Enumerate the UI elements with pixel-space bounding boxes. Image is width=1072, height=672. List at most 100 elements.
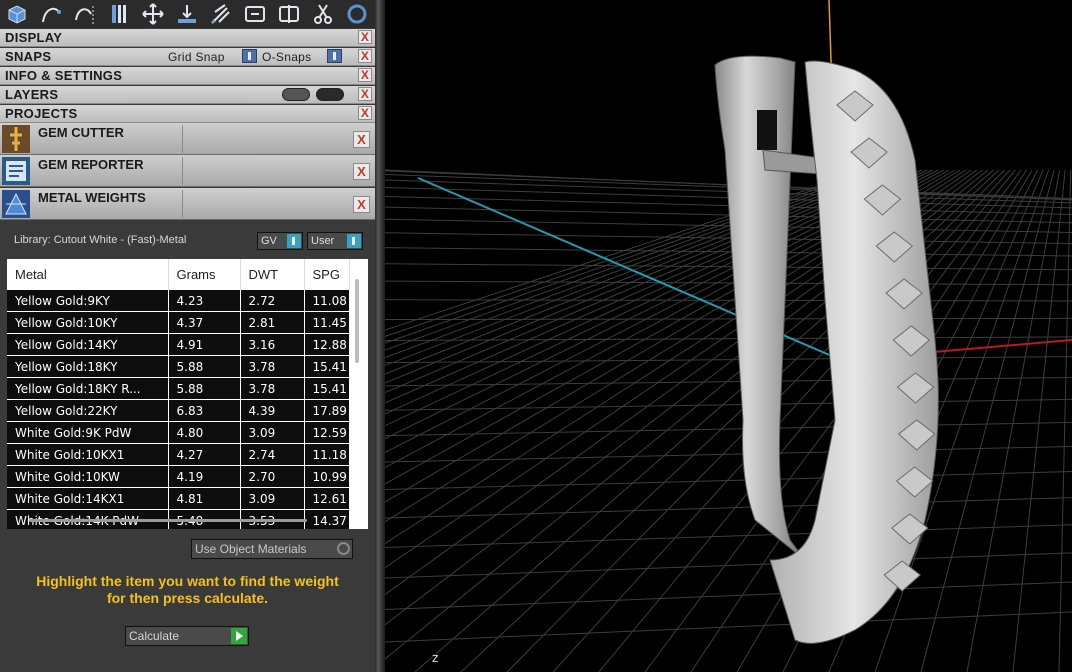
column-header[interactable]: Metal (7, 259, 169, 290)
play-icon (231, 628, 247, 644)
calculate-label: Calculate (129, 629, 180, 643)
floor-grid (385, 169, 1072, 672)
layer-toggle-icon[interactable] (282, 88, 310, 101)
column-header[interactable]: DWT (240, 259, 305, 290)
spg-cell: 15.41 (304, 355, 350, 378)
cube-icon[interactable] (2, 1, 32, 27)
move-icon[interactable] (138, 1, 168, 27)
sparkle-icon[interactable] (206, 1, 236, 27)
close-icon[interactable]: X (358, 49, 372, 63)
drop-icon[interactable] (172, 1, 202, 27)
spg-cell: 14.37 (304, 509, 350, 529)
metal-weights-row[interactable]: METAL WEIGHTS X (0, 188, 375, 220)
ring-icon[interactable] (342, 1, 372, 27)
metal-cell: Yellow Gold:22KY (7, 399, 169, 422)
calculate-button[interactable]: Calculate (125, 626, 249, 646)
column-header[interactable]: Grams (168, 259, 241, 290)
o-snaps-toggle[interactable] (327, 49, 342, 63)
scissors-icon[interactable] (308, 1, 338, 27)
curve-icon[interactable] (36, 1, 66, 27)
close-icon[interactable]: X (358, 30, 372, 44)
close-icon[interactable]: X (358, 106, 372, 120)
grams-cell: 5.88 (168, 355, 241, 378)
projects-header[interactable]: PROJECTS X (0, 105, 375, 123)
grams-cell: 4.27 (168, 443, 241, 466)
instruction-line: for then press calculate. (106, 590, 269, 606)
grid-snap-toggle[interactable] (242, 49, 257, 63)
close-icon[interactable]: X (358, 87, 372, 101)
metal-cell: White Gold:10KX1 (7, 443, 169, 466)
close-icon[interactable]: X (353, 131, 370, 148)
close-icon[interactable]: X (353, 196, 370, 213)
grams-cell: 4.91 (168, 333, 241, 356)
dwt-cell: 4.39 (240, 399, 305, 422)
user-toggle[interactable]: User (307, 232, 363, 250)
info-settings-header[interactable]: INFO & SETTINGS X (0, 67, 375, 85)
hinge-slot (757, 110, 777, 150)
metal-cell: Yellow Gold:14KY (7, 333, 169, 356)
snaps-header[interactable]: SNAPS Grid Snap O-Snaps X (0, 48, 375, 66)
layers-header[interactable]: LAYERS X (0, 86, 375, 104)
column-header[interactable]: SPG (304, 259, 350, 290)
dwt-cell: 2.81 (240, 311, 305, 334)
divider (182, 190, 183, 218)
columns-icon[interactable] (104, 1, 134, 27)
metal-table[interactable]: Metal Grams DWT SPG Yellow Gold:9KY 4.23 2… (7, 259, 368, 529)
gem-cutter-row[interactable]: GEM CUTTER X (0, 123, 375, 155)
dwt-cell: 3.78 (240, 377, 305, 400)
object-materials-toggle[interactable]: Use Object Materials (191, 539, 353, 559)
spg-cell: 11.45 (304, 311, 350, 334)
close-icon[interactable]: X (353, 163, 370, 180)
table-row[interactable]: White Gold:10KX1 4.27 2.74 11.18 (7, 443, 350, 466)
grid-snap-label: Grid Snap (168, 50, 225, 64)
dwt-cell: 2.70 (240, 465, 305, 488)
table-row[interactable]: Yellow Gold:18KY 5.88 3.78 15.41 (7, 355, 350, 378)
display-header[interactable]: DISPLAY X (0, 29, 375, 47)
metal-cell: Yellow Gold:18KY (7, 355, 169, 378)
grid-line (385, 263, 1072, 271)
grid-line (385, 336, 1072, 342)
table-row[interactable]: White Gold:10KW 4.19 2.70 10.99 (7, 465, 350, 488)
grid-line (1058, 169, 1072, 672)
horizontal-scrollbar[interactable] (29, 519, 307, 522)
arc-icon[interactable] (70, 1, 100, 27)
dwt-cell: 2.74 (240, 443, 305, 466)
spg-cell: 12.59 (304, 421, 350, 444)
spg-cell: 11.18 (304, 443, 350, 466)
eye-icon[interactable] (316, 88, 344, 101)
gv-toggle[interactable]: GV (257, 232, 303, 250)
dwt-cell: 3.78 (240, 355, 305, 378)
toolbar (0, 0, 375, 28)
metal-cell: White Gold:9K PdW (7, 421, 169, 444)
grid-line (385, 524, 1072, 549)
splitter[interactable] (375, 0, 385, 672)
link-icon[interactable] (240, 1, 270, 27)
table-row[interactable]: Yellow Gold:22KY 6.83 4.39 17.89 (7, 399, 350, 422)
grid-line (1012, 169, 1066, 672)
table-row[interactable]: Yellow Gold:14KY 4.91 3.16 12.88 (7, 333, 350, 356)
divider (182, 125, 183, 153)
mirror-icon[interactable] (274, 1, 304, 27)
grams-cell: 4.80 (168, 421, 241, 444)
vertical-scrollbar[interactable] (355, 279, 359, 363)
table-row[interactable]: Yellow Gold:10KY 4.37 2.81 11.45 (7, 311, 350, 334)
spg-cell: 17.89 (304, 399, 350, 422)
table-header: Metal Grams DWT SPG (7, 259, 350, 290)
grid-line (385, 581, 1072, 611)
user-toggle-icon (347, 234, 361, 248)
table-row[interactable]: Yellow Gold:9KY 4.23 2.72 11.08 (7, 290, 350, 312)
gem-cutter-label: GEM CUTTER (38, 125, 124, 140)
snaps-label: SNAPS (5, 49, 52, 64)
instruction-line: Highlight the item you want to find the … (36, 573, 339, 589)
table-row[interactable]: White Gold:14KX1 4.81 3.09 12.61 (7, 487, 350, 510)
object-materials-label: Use Object Materials (195, 542, 307, 556)
dwt-cell: 2.72 (240, 290, 305, 312)
table-row[interactable]: White Gold:9K PdW 4.80 3.09 12.59 (7, 421, 350, 444)
spg-cell: 11.08 (304, 290, 350, 312)
grams-cell: 4.19 (168, 465, 241, 488)
table-row[interactable]: Yellow Gold:18KY R... 5.88 3.78 15.41 (7, 377, 350, 400)
gem-reporter-row[interactable]: GEM REPORTER X (0, 155, 375, 187)
grams-cell: 5.88 (168, 377, 241, 400)
3d-viewport[interactable]: z (385, 0, 1072, 672)
close-icon[interactable]: X (358, 68, 372, 82)
